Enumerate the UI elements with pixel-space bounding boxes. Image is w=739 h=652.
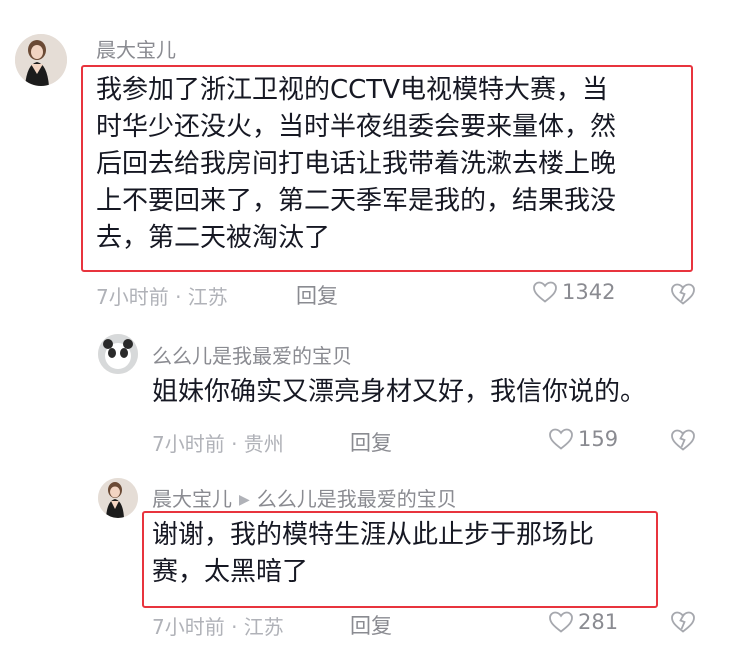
like-count: 281 [578, 610, 619, 634]
username[interactable]: 晨大宝儿 [152, 487, 232, 511]
dislike-icon[interactable] [669, 426, 697, 452]
timestamp-location: 7小时前 · 贵州 [152, 432, 284, 456]
reply-button[interactable]: 回复 [296, 280, 338, 310]
dislike-icon[interactable] [669, 608, 697, 634]
like-button[interactable]: 1342 [532, 280, 615, 304]
reply-to-username[interactable]: 么么儿是我最爱的宝贝 [257, 487, 457, 511]
like-count: 1342 [562, 280, 616, 304]
like-button[interactable]: 159 [548, 427, 618, 451]
comment-text: 我参加了浙江卫视的CCTV电视模特大赛，当 时华少还没火，当时半夜组委会要来量体… [96, 75, 617, 253]
like-button[interactable]: 281 [548, 610, 618, 634]
dislike-icon[interactable] [669, 280, 697, 306]
avatar[interactable] [15, 34, 67, 86]
username[interactable]: 晨大宝儿 [96, 34, 176, 63]
like-count: 159 [578, 427, 619, 451]
comment-text: 姐妹你确实又漂亮身材又好，我信你说的。 [152, 377, 647, 407]
heart-outline-icon [548, 427, 574, 451]
avatar[interactable] [98, 478, 138, 518]
reply-header: 晨大宝儿 ▶ 么么儿是我最爱的宝贝 [152, 483, 457, 512]
reply-button[interactable]: 回复 [350, 427, 392, 457]
reply-button[interactable]: 回复 [350, 610, 392, 640]
heart-outline-icon [532, 280, 558, 304]
timestamp-location: 7小时前 · 江苏 [152, 615, 284, 639]
timestamp-location: 7小时前 · 江苏 [96, 285, 228, 309]
username[interactable]: 么么儿是我最爱的宝贝 [152, 340, 352, 369]
reply-arrow-icon: ▶ [239, 492, 250, 508]
avatar[interactable] [98, 334, 138, 374]
comment-text: 谢谢，我的模特生涯从此止步于那场比 赛，太黑暗了 [152, 520, 595, 587]
heart-outline-icon [548, 610, 574, 634]
